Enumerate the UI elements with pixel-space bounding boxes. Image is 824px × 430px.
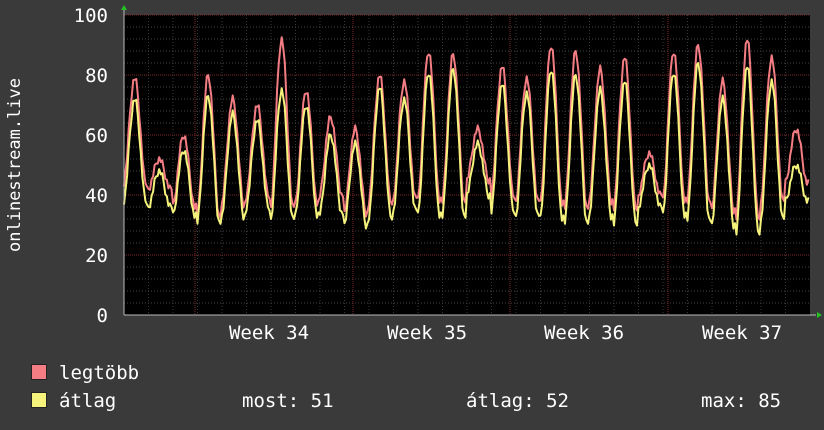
stat-max: max: 85 xyxy=(701,390,782,412)
x-tick-label: Week 37 xyxy=(702,322,782,344)
y-tick-label: 80 xyxy=(85,65,108,87)
legend-swatch-max xyxy=(31,363,47,380)
legend-label-max: legtöbb xyxy=(59,362,140,384)
y-axis-title-wrap: onlinestream.live xyxy=(0,0,30,320)
x-tick-label: Week 34 xyxy=(229,322,309,344)
y-tick-label: 40 xyxy=(85,185,108,207)
legend-item-avg: átlag xyxy=(31,390,116,412)
y-tick-label: 100 xyxy=(74,5,108,27)
y-tick-label: 20 xyxy=(85,245,108,267)
legend-swatch-avg xyxy=(31,391,47,408)
y-axis-arrow xyxy=(121,5,127,10)
y-tick-label: 60 xyxy=(85,125,108,147)
legend-label-avg: átlag xyxy=(59,390,117,412)
stat-current: most: 51 xyxy=(242,390,334,412)
y-axis-title: onlinestream.live xyxy=(5,78,25,252)
x-tick-label: Week 36 xyxy=(544,322,624,344)
stat-average: átlag: 52 xyxy=(466,390,569,412)
legend-item-max: legtöbb xyxy=(31,362,139,384)
y-tick-label: 0 xyxy=(97,305,108,327)
x-axis-arrow xyxy=(817,312,822,318)
x-tick-label: Week 35 xyxy=(387,322,467,344)
